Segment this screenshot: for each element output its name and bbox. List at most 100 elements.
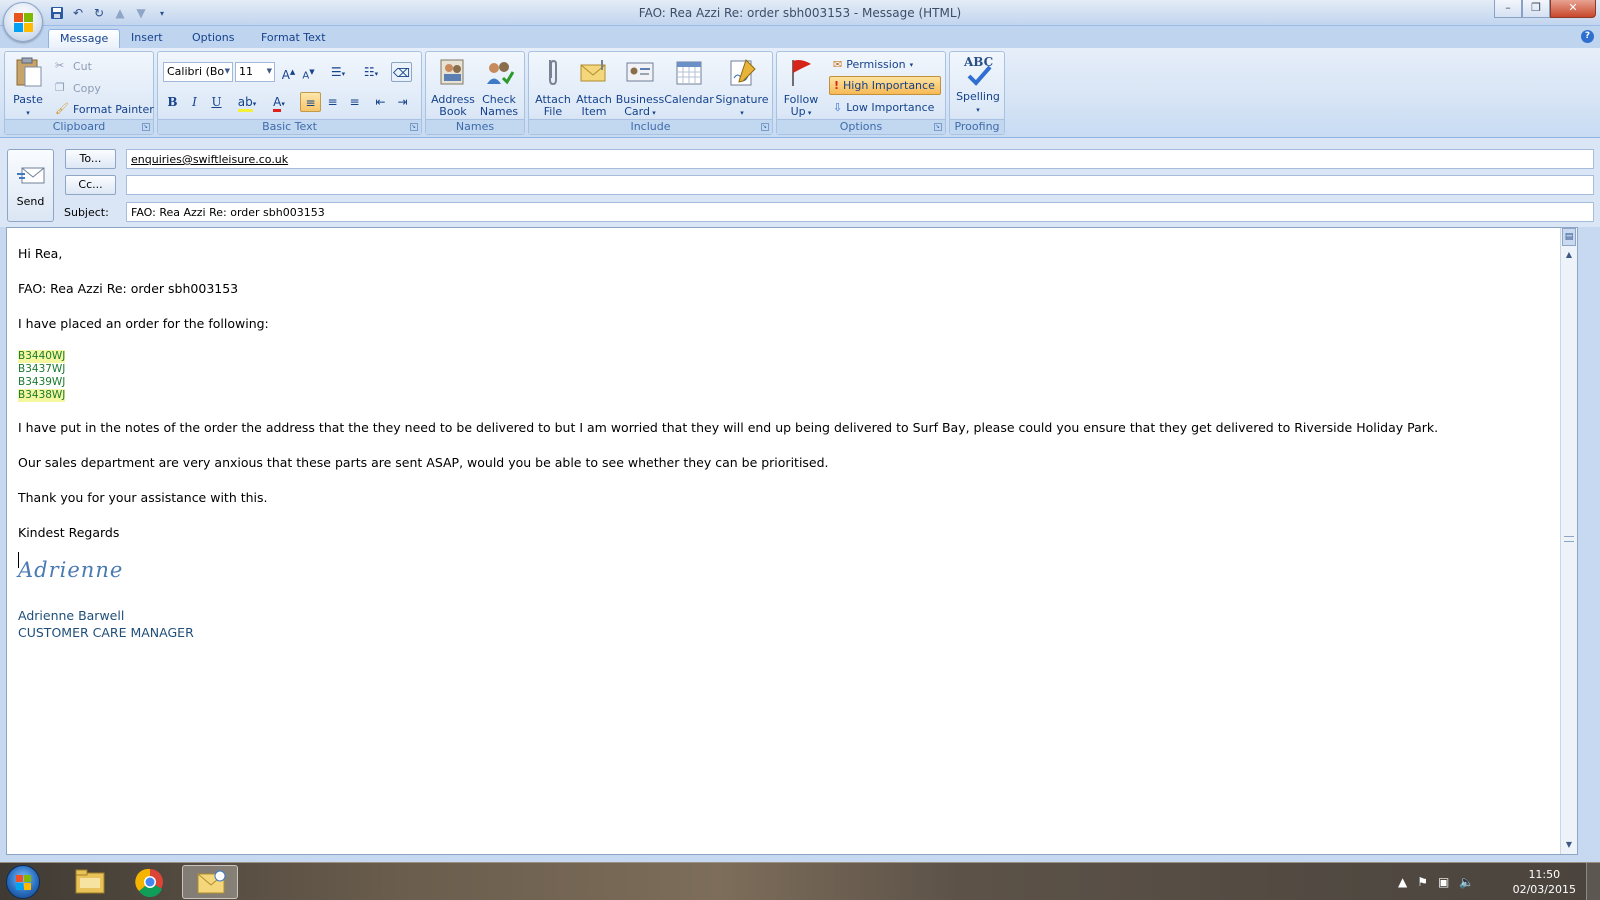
clipboard-dialog-launcher-icon[interactable]: ↘: [142, 123, 150, 131]
shrink-font-button[interactable]: A▼: [298, 62, 319, 82]
signature-icon: [730, 59, 756, 86]
proofing-group: ABC Spelling ▾ Proofing: [949, 51, 1005, 135]
office-button[interactable]: [3, 2, 43, 42]
show-hidden-icons-icon[interactable]: ▲: [1398, 875, 1407, 889]
include-dialog-launcher-icon[interactable]: ↘: [761, 123, 769, 131]
calendar-button[interactable]: Calendar: [664, 56, 714, 106]
network-icon[interactable]: ▣: [1438, 875, 1449, 889]
paste-icon: [16, 57, 42, 87]
numbering-button[interactable]: ☷▾: [356, 62, 386, 82]
tab-format-text[interactable]: Format Text: [250, 29, 337, 48]
windows-logo-icon: [16, 875, 32, 891]
highlight-button[interactable]: ab▾: [232, 92, 262, 112]
signature-button[interactable]: Signature ▾: [715, 56, 769, 119]
send-button[interactable]: Send: [7, 149, 54, 222]
bullets-button[interactable]: ☰▾: [323, 62, 353, 82]
copy-button[interactable]: ❐ Copy: [55, 79, 101, 97]
clear-formatting-button[interactable]: ⌫: [391, 62, 412, 82]
options-dialog-launcher-icon[interactable]: ↘: [934, 123, 942, 131]
system-tray: ▲ ⚑ ▣ 🔈 11:50 02/03/2015: [1390, 863, 1600, 900]
italic-button[interactable]: I: [184, 92, 205, 112]
delivery-paragraph: I have put in the notes of the order the…: [18, 420, 1439, 435]
tab-insert[interactable]: Insert: [120, 29, 174, 48]
align-center-button[interactable]: ≡: [322, 92, 343, 112]
taskbar-explorer[interactable]: [62, 865, 118, 899]
action-center-flag-icon[interactable]: ⚑: [1417, 875, 1428, 889]
tab-options[interactable]: Options: [181, 29, 245, 48]
ribbon: Paste ▾ ✂ Cut ❐ Copy 🖌 Format Painter Cli…: [0, 48, 1600, 138]
message-body[interactable]: Hi Rea, FAO: Rea Azzi Re: order sbh00315…: [6, 227, 1578, 855]
taskbar-outlook[interactable]: [182, 865, 238, 899]
options-group: Follow Up ▾ ✉ Permission ▾ ! High Importan…: [776, 51, 946, 135]
follow-up-button[interactable]: Follow Up ▾: [781, 56, 821, 119]
basic-text-group: Calibri (Bo ▼ 11 ▼ A▲ A▼ ☰▾ ☷▾ ⌫ B I U ab▾…: [157, 51, 422, 135]
cc-button[interactable]: Cc...: [65, 175, 116, 195]
scroll-up-icon[interactable]: ▲: [1561, 248, 1577, 262]
redo-icon[interactable]: ↻: [90, 4, 108, 22]
scroll-thumb-grip-icon[interactable]: [1564, 536, 1574, 542]
undo-icon[interactable]: ↶: [69, 4, 87, 22]
font-color-button[interactable]: A▾: [264, 92, 294, 112]
tab-message[interactable]: Message: [48, 29, 121, 48]
message-header: Send To... enquiries@swiftleisure.co.uk …: [0, 138, 1600, 227]
underline-button[interactable]: U: [206, 92, 227, 112]
customize-toolbar-icon[interactable]: ▾: [153, 4, 171, 22]
ruler-toggle-icon[interactable]: ▤: [1562, 228, 1576, 246]
help-icon[interactable]: ?: [1581, 30, 1594, 43]
start-button[interactable]: [6, 865, 40, 899]
to-field[interactable]: enquiries@swiftleisure.co.uk: [126, 149, 1594, 169]
volume-icon[interactable]: 🔈: [1459, 875, 1474, 889]
font-size-combo[interactable]: 11 ▼: [235, 62, 275, 82]
decrease-indent-button[interactable]: ⇤: [370, 92, 391, 112]
signature-script: Adrienne: [18, 558, 124, 582]
scroll-down-icon[interactable]: ▼: [1561, 838, 1577, 852]
low-importance-button[interactable]: ⇩ Low Importance: [829, 98, 938, 117]
include-group-label: Include: [529, 119, 772, 134]
part-code: B3439WJ: [18, 376, 66, 388]
flag-icon: [792, 60, 811, 86]
taskbar: ▲ ⚑ ▣ 🔈 11:50 02/03/2015: [0, 862, 1600, 900]
increase-indent-button[interactable]: ⇥: [392, 92, 413, 112]
part-code: B3437WJ: [18, 363, 66, 375]
paste-button[interactable]: Paste ▾: [9, 56, 47, 119]
format-painter-button[interactable]: 🖌 Format Painter: [55, 100, 154, 118]
high-importance-button[interactable]: ! High Importance: [829, 76, 941, 95]
clock[interactable]: 11:50 02/03/2015: [1513, 867, 1576, 897]
align-right-button[interactable]: ≡: [344, 92, 365, 112]
previous-item-icon[interactable]: ▲: [111, 4, 129, 22]
cc-field[interactable]: [126, 175, 1594, 195]
quick-access-toolbar: ↶ ↻ ▲ ▼ ▾: [48, 4, 171, 22]
minimize-button[interactable]: –: [1494, 0, 1522, 18]
to-button[interactable]: To...: [65, 149, 116, 169]
taskbar-chrome[interactable]: [122, 865, 178, 899]
bold-button[interactable]: B: [162, 92, 183, 112]
subject-field[interactable]: FAO: Rea Azzi Re: order sbh003153: [126, 202, 1594, 222]
outlook-icon: [197, 870, 226, 894]
chrome-icon: [135, 868, 163, 898]
cut-button[interactable]: ✂ Cut: [55, 57, 92, 75]
spelling-button[interactable]: ABC Spelling ▾: [952, 56, 1004, 116]
recipient-address[interactable]: enquiries@swiftleisure.co.uk: [131, 153, 288, 166]
align-left-button[interactable]: ≡: [300, 92, 321, 112]
vertical-scrollbar[interactable]: ▤ ▲ ▼: [1560, 228, 1577, 854]
close-button[interactable]: ✕: [1550, 0, 1596, 18]
address-book-button[interactable]: Address Book: [430, 56, 476, 118]
save-icon[interactable]: [48, 4, 66, 22]
attach-file-button[interactable]: Attach File: [531, 56, 575, 118]
subject-label: Subject:: [64, 206, 109, 219]
next-item-icon[interactable]: ▼: [132, 4, 150, 22]
greeting-text: Hi Rea,: [18, 246, 63, 261]
paperclip-icon: [549, 59, 557, 86]
permission-button[interactable]: ✉ Permission ▾: [829, 55, 917, 74]
business-card-button[interactable]: Business Card ▾: [615, 56, 665, 119]
show-desktop-button[interactable]: [1586, 863, 1600, 900]
check-names-button[interactable]: Check Names: [476, 56, 522, 118]
font-name-combo[interactable]: Calibri (Bo ▼: [163, 62, 233, 82]
exclamation-icon: !: [834, 79, 840, 92]
attach-item-button[interactable]: Attach Item: [573, 56, 615, 118]
signature-name: Adrienne Barwell: [18, 608, 125, 623]
grow-font-button[interactable]: A▲: [278, 62, 299, 82]
basic-text-dialog-launcher-icon[interactable]: ↘: [410, 123, 418, 131]
restore-button[interactable]: ❐: [1522, 0, 1550, 18]
priority-paragraph: Our sales department are very anxious th…: [18, 455, 829, 470]
